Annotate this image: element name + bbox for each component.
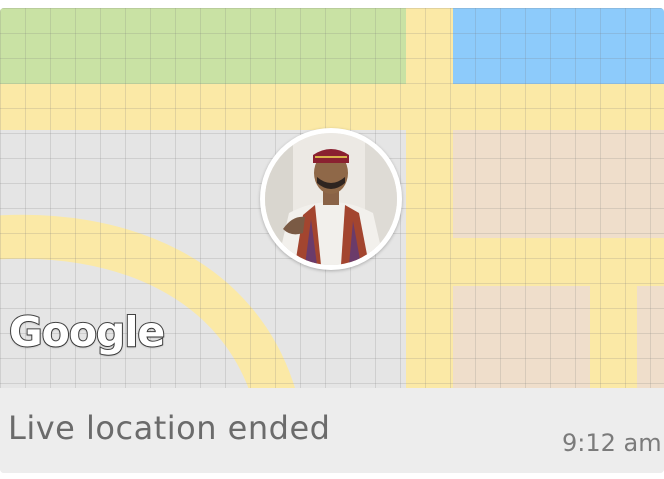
user-avatar-icon	[265, 133, 397, 265]
message-footer: Live location ended 9:12 am	[0, 388, 664, 473]
message-timestamp: 9:12 am	[562, 429, 662, 457]
live-location-status: Live location ended	[8, 409, 331, 447]
map-preview[interactable]: Google	[0, 8, 664, 388]
google-logo: Google	[8, 307, 166, 357]
live-location-message[interactable]: Google Live location ended 9:12 am	[0, 8, 664, 473]
avatar[interactable]	[260, 128, 402, 270]
